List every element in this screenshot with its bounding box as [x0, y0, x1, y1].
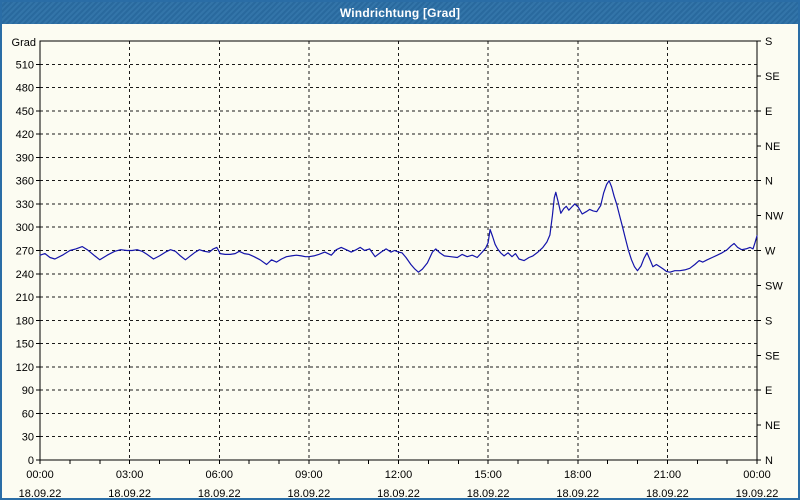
x-date-label: 18.09.22: [556, 488, 599, 498]
left-axis: Grad 0 30 60 90 120 150 180 210 240 270 300 330 360 39…: [12, 37, 40, 467]
compass-label: SE: [765, 71, 780, 83]
x-axis-minor-ticks: [39, 460, 758, 464]
y-tick-label-left: 210: [16, 292, 34, 304]
x-time-label: 09:00: [295, 469, 323, 481]
y-tick-label-left: 150: [16, 339, 34, 351]
compass-label: N: [765, 176, 773, 188]
y-tick-label-left: 0: [28, 455, 34, 467]
x-time-label: 00:00: [743, 469, 771, 481]
y-tick-label-left: 270: [16, 246, 34, 258]
x-time-label: 03:00: [116, 469, 144, 481]
x-axis-labels: 00:00 18.09.22 03:00 18.09.22 06:00 18.09.22 0…: [19, 469, 779, 498]
y-tick-label-left: 300: [16, 222, 34, 234]
x-time-label: 06:00: [205, 469, 233, 481]
y-tick-label-left: 180: [16, 315, 34, 327]
title-bar: Windrichtung [Grad]: [2, 2, 798, 24]
x-time-label: 15:00: [474, 469, 502, 481]
compass-label: SE: [765, 350, 780, 362]
compass-label: S: [765, 315, 772, 327]
compass-label: NE: [765, 420, 780, 432]
x-date-label: 18.09.22: [377, 488, 420, 498]
y-tick-label-left: 240: [16, 269, 34, 281]
x-date-label: 18.09.22: [198, 488, 241, 498]
window-title: Windrichtung [Grad]: [339, 6, 461, 20]
wind-direction-chart: Grad 0 30 60 90 120 150 180 210 240 270 300 330 360 39…: [12, 36, 784, 498]
compass-label: N: [765, 455, 773, 467]
x-time-label: 18:00: [564, 469, 592, 481]
x-time-label: 21:00: [654, 469, 682, 481]
y-tick-label-left: 420: [16, 129, 34, 141]
right-axis: N NE E SE S SW W NW N NE E SE S: [757, 36, 784, 467]
x-date-label: 18.09.22: [19, 488, 62, 498]
compass-label: E: [765, 385, 772, 397]
y-tick-label-left: 90: [22, 385, 34, 397]
y-tick-label-left: 480: [16, 83, 34, 95]
y-tick-label-left: 360: [16, 176, 34, 188]
compass-label: W: [765, 246, 776, 258]
y-tick-label-left: 510: [16, 59, 34, 71]
chart-window: Windrichtung [Grad] Grad 0 30 60 90 120 150 180…: [0, 0, 800, 500]
x-date-label: 18.09.22: [108, 488, 151, 498]
y-tick-label-left: 330: [16, 199, 34, 211]
x-date-label: 18.09.22: [467, 488, 510, 498]
y-axis-unit-label: Grad: [12, 37, 36, 49]
y-tick-label-left: 120: [16, 362, 34, 374]
compass-label: NE: [765, 141, 780, 153]
x-time-label: 12:00: [385, 469, 413, 481]
compass-label: NW: [765, 211, 784, 223]
y-tick-label-left: 450: [16, 106, 34, 118]
y-tick-label-left: 390: [16, 152, 34, 164]
compass-label: SW: [765, 280, 783, 292]
compass-label: E: [765, 106, 772, 118]
y-tick-label-left: 30: [22, 432, 34, 444]
x-date-label: 18.09.22: [287, 488, 330, 498]
x-date-label: 18.09.22: [646, 488, 689, 498]
x-date-label: 19.09.22: [736, 488, 779, 498]
compass-label: S: [765, 36, 772, 48]
x-time-label: 00:00: [26, 469, 54, 481]
y-tick-label-left: 60: [22, 408, 34, 420]
